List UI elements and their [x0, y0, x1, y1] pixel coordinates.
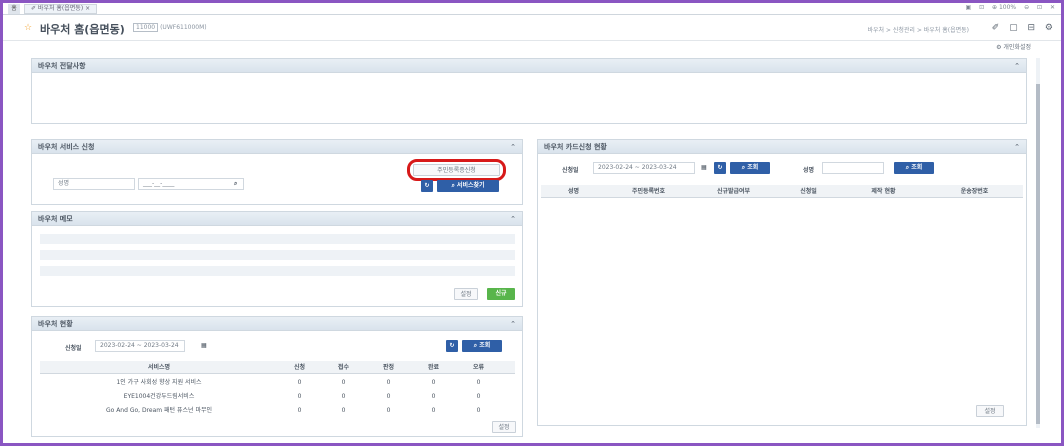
card-request-panel: 바우처 카드신청 현황 ⌃ 신청일 2023-02-24 ~ 2023-03-24…: [537, 139, 1027, 426]
column-name: 성명: [567, 188, 580, 195]
date-label: 신청일: [562, 167, 579, 174]
status-settings-button[interactable]: 설정: [492, 421, 516, 433]
page-title: 바우처 홈(읍면동): [40, 23, 125, 36]
memo-settings-button[interactable]: 설정: [454, 288, 478, 300]
settings-icon[interactable]: ⚙: [1045, 23, 1053, 33]
column-tracking-number: 운송장번호: [960, 188, 989, 195]
search-icon[interactable]: ⌕: [234, 180, 237, 188]
table-cell: 0: [476, 407, 481, 414]
date-range-input[interactable]: 2023-02-24 ~ 2023-03-24: [95, 340, 185, 352]
calendar-icon[interactable]: ▦: [201, 342, 207, 349]
personal-settings-link[interactable]: ⚙ 개인화설정: [996, 42, 1031, 51]
card-name-input[interactable]: [822, 162, 884, 174]
column-new-issue: 신규발급여부: [716, 188, 751, 195]
column-received: 접수: [337, 364, 350, 371]
name-input[interactable]: 성명: [53, 178, 135, 190]
menu-code: 11000 (UWF611000M): [133, 23, 207, 32]
table-cell: 0: [297, 393, 302, 400]
document-icon[interactable]: ▢: [1009, 23, 1018, 33]
service-search-button[interactable]: ⌕ 서비스찾기: [437, 180, 499, 192]
fullscreen-icon[interactable]: ⊡: [1037, 4, 1042, 11]
table-cell: 0: [386, 393, 391, 400]
favorite-star-icon[interactable]: ☆: [24, 23, 32, 33]
memo-panel-header: 바우처 메모 ⌃: [32, 212, 522, 226]
notice-panel: 바우처 전달사항 ⌃: [31, 58, 1027, 124]
date-range-input[interactable]: 2023-02-24 ~ 2023-03-24: [593, 162, 695, 174]
table-cell: 0: [341, 393, 346, 400]
collapse-icon[interactable]: ⌃: [510, 317, 516, 331]
print-icon[interactable]: ⊟: [1028, 23, 1036, 33]
table-cell: 0: [386, 407, 391, 414]
status-search-button[interactable]: ⌕ 조회: [462, 340, 502, 352]
page-header: ☆ 바우처 홈(읍면동) 11000 (UWF611000M) 바우처 > 신청관…: [3, 15, 1061, 41]
collapse-icon[interactable]: ⌃: [1014, 59, 1020, 73]
zoom-out-icon[interactable]: ⊖: [1024, 4, 1029, 11]
breadcrumb: 바우처 > 신청관리 > 바우처 홈(읍면동): [867, 27, 969, 34]
service-panel-header: 바우처 서비스 신청 ⌃: [32, 140, 522, 154]
status-panel-header: 바우처 현황 ⌃: [32, 317, 522, 331]
table-cell: 0: [431, 393, 436, 400]
column-judgement: 판정: [382, 364, 395, 371]
collapse-icon[interactable]: ⌃: [510, 212, 516, 226]
memo-row: [40, 234, 515, 244]
memo-new-button[interactable]: 신규: [487, 288, 515, 300]
collapse-icon[interactable]: ⌃: [1014, 140, 1020, 154]
column-request-date: 신청일: [800, 188, 817, 195]
highlight-oval: [407, 159, 506, 181]
table-cell: 0: [297, 407, 302, 414]
card-settings-button[interactable]: 설정: [976, 405, 1004, 417]
card-panel-header: 바우처 카드신청 현황 ⌃: [538, 140, 1026, 154]
window-tools: ▣ ⊡ ⊕ 100% ⊖ ⊡ ✕: [960, 4, 1056, 11]
name-label: 성명: [803, 167, 815, 174]
card-name-search-button[interactable]: ⌕ 조회: [894, 162, 934, 174]
table-cell: 0: [386, 379, 391, 386]
table-cell: 0: [431, 379, 436, 386]
grid-icon[interactable]: ▣: [966, 4, 972, 11]
page-scrollbar-thumb[interactable]: [1036, 84, 1040, 424]
table-row-name: Go And Go, Dream 패턴 퓨스넌 마무인: [105, 407, 213, 414]
column-request: 신청: [293, 364, 306, 371]
home-tab[interactable]: 홈: [8, 4, 20, 14]
tab-bar: 홈 ✐ 바우처 홈(읍면동) × ▣ ⊡ ⊕ 100% ⊖ ⊡ ✕: [3, 3, 1061, 15]
tab-voucher-home[interactable]: ✐ 바우처 홈(읍면동) ×: [24, 4, 98, 14]
column-service-name: 서비스명: [147, 364, 171, 371]
memo-row: [40, 250, 515, 260]
card-search-button[interactable]: ⌕ 조회: [730, 162, 770, 174]
table-row-name: 1인 가구 사회성 향상 지원 서비스: [116, 379, 202, 386]
column-error: 오류: [472, 364, 485, 371]
reset-icon[interactable]: ↻: [421, 180, 433, 192]
window-icon[interactable]: ⊡: [979, 4, 984, 11]
table-cell: 0: [476, 393, 481, 400]
header-toolbar: ✐ ▢ ⊟ ⚙: [985, 23, 1053, 33]
reset-icon[interactable]: ↻: [446, 340, 458, 352]
memo-row: [40, 266, 515, 276]
edit-icon[interactable]: ✐: [992, 23, 1000, 33]
voucher-status-panel: 바우처 현황 ⌃ 신청일 2023-02-24 ~ 2023-03-24 ▦ ↻ …: [31, 316, 523, 437]
reset-icon[interactable]: ↻: [714, 162, 726, 174]
close-icon[interactable]: ✕: [1050, 4, 1055, 11]
memo-panel: 바우처 메모 ⌃ 설정 신규: [31, 211, 523, 307]
table-row-name: EYE1004건강두드림서비스: [123, 393, 195, 400]
collapse-icon[interactable]: ⌃: [510, 140, 516, 154]
table-cell: 0: [431, 407, 436, 414]
table-cell: 0: [341, 407, 346, 414]
calendar-icon[interactable]: ▦: [701, 164, 707, 171]
table-cell: 0: [476, 379, 481, 386]
service-request-panel: 바우처 서비스 신청 ⌃ 성명 ___-__-____ ⌕ 주민등록증신청 ↻ ⌕…: [31, 139, 523, 205]
birth-input[interactable]: ___-__-____: [138, 178, 244, 190]
column-production-status: 제작 현황: [871, 188, 896, 195]
column-resident-number: 주민등록번호: [631, 188, 666, 195]
zoom-in-icon[interactable]: ⊕ 100%: [992, 4, 1016, 11]
table-cell: 0: [341, 379, 346, 386]
notice-panel-header: 바우처 전달사항 ⌃: [32, 59, 1026, 73]
date-label: 신청일: [65, 345, 82, 352]
column-complete: 완료: [427, 364, 440, 371]
table-cell: 0: [297, 379, 302, 386]
